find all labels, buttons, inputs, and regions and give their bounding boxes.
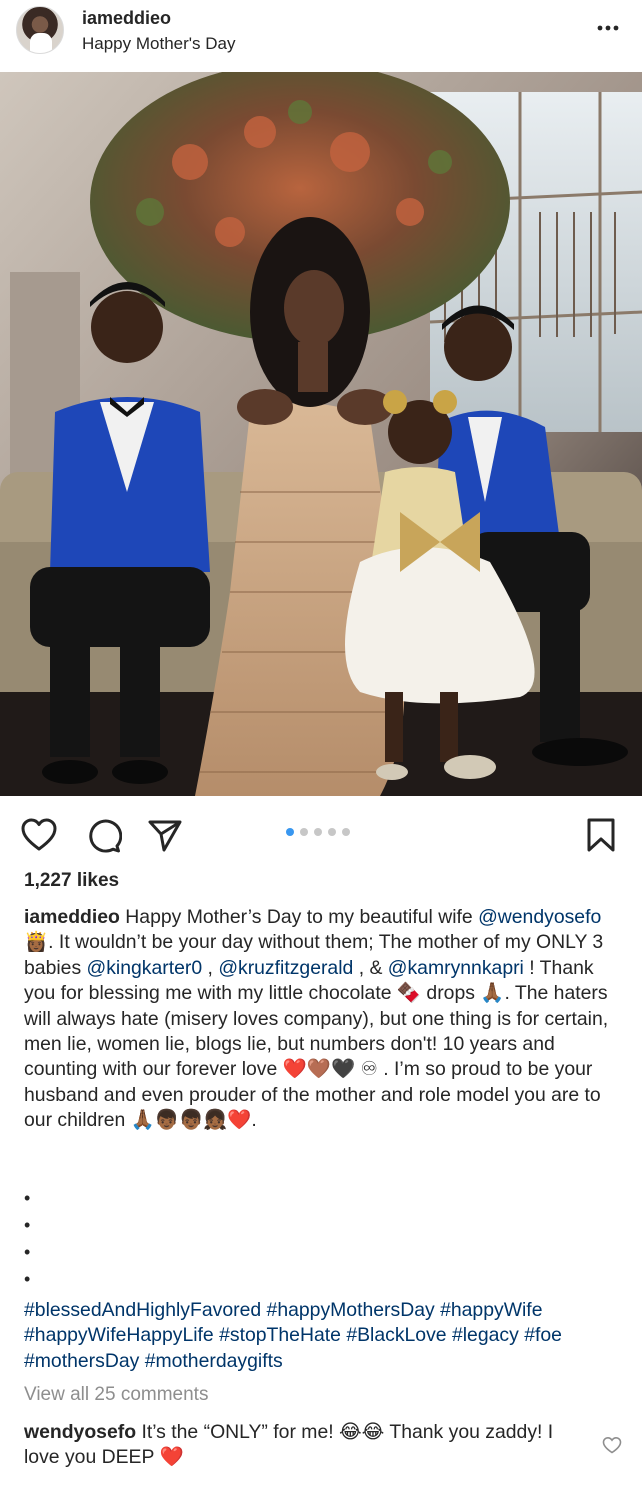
carousel-dot (328, 828, 336, 836)
hashtag-link[interactable]: #happyWifeHappyLife (24, 1324, 214, 1346)
caption-bullet: • (24, 1188, 31, 1208)
hashtag-link[interactable]: #stopTheHate (219, 1324, 341, 1346)
hashtag-link[interactable]: #BlackLove (346, 1324, 446, 1346)
hashtag-list: #blessedAndHighlyFavored #happyMothersDa… (24, 1298, 624, 1374)
comment-heart-icon[interactable] (602, 1436, 622, 1454)
comment-username[interactable]: wendyosefo (24, 1421, 136, 1443)
view-all-comments-link[interactable]: View all 25 comments (24, 1384, 208, 1406)
carousel-indicator (286, 828, 350, 838)
caption-text: , & (353, 956, 388, 979)
hashtag-link[interactable]: #legacy (452, 1324, 519, 1346)
more-icon[interactable] (596, 18, 620, 38)
mention-link[interactable]: @kruzfitzgerald (218, 957, 353, 979)
heart-icon[interactable] (20, 816, 58, 854)
hashtag-link[interactable]: #mothersDay (24, 1350, 139, 1372)
post-caption: iameddieo Happy Mother’s Day to my beaut… (24, 905, 624, 1134)
caption-username[interactable]: iameddieo (24, 906, 120, 928)
mention-link[interactable]: @kingkarter0 (87, 957, 203, 979)
carousel-dot (300, 828, 308, 836)
carousel-dot (342, 828, 350, 836)
hashtag-link[interactable]: #blessedAndHighlyFavored (24, 1299, 261, 1321)
caption-text: , (202, 956, 219, 979)
hashtag-link[interactable]: #happyWife (440, 1299, 542, 1321)
bookmark-icon[interactable] (582, 816, 620, 854)
top-comment: wendyosefo It’s the “ONLY” for me! 😂😂 Th… (24, 1420, 584, 1471)
mention-link[interactable]: @wendyosefo (478, 906, 601, 928)
hashtag-link[interactable]: #happyMothersDay (267, 1299, 435, 1321)
post-photo-illustration (0, 72, 642, 796)
caption-text: ! Thank you for blessing me with my litt… (24, 956, 609, 1132)
mention-link[interactable]: @kamrynnkapri (388, 957, 524, 979)
likes-count[interactable]: 1,227 likes (24, 870, 119, 892)
carousel-dot (314, 828, 322, 836)
share-icon[interactable] (146, 816, 184, 854)
caption-bullet: • (24, 1269, 31, 1289)
comment-icon[interactable] (84, 816, 122, 854)
hashtag-link[interactable]: #motherdaygifts (145, 1350, 283, 1372)
post-username[interactable]: iameddieo (82, 8, 171, 29)
post-location[interactable]: Happy Mother's Day (82, 34, 235, 54)
post-photo[interactable] (0, 72, 642, 796)
caption-text: Happy Mother’s Day to my beautiful wife (119, 906, 479, 928)
post-header: iameddieo Happy Mother's Day (0, 0, 642, 72)
hashtag-link[interactable]: #foe (524, 1324, 562, 1346)
caption-emoji: 👸🏾 (24, 931, 49, 954)
carousel-dot (286, 828, 294, 836)
post-actions (0, 808, 642, 858)
avatar[interactable] (16, 6, 64, 54)
caption-bullet: • (24, 1242, 31, 1262)
caption-bullet: • (24, 1215, 31, 1235)
